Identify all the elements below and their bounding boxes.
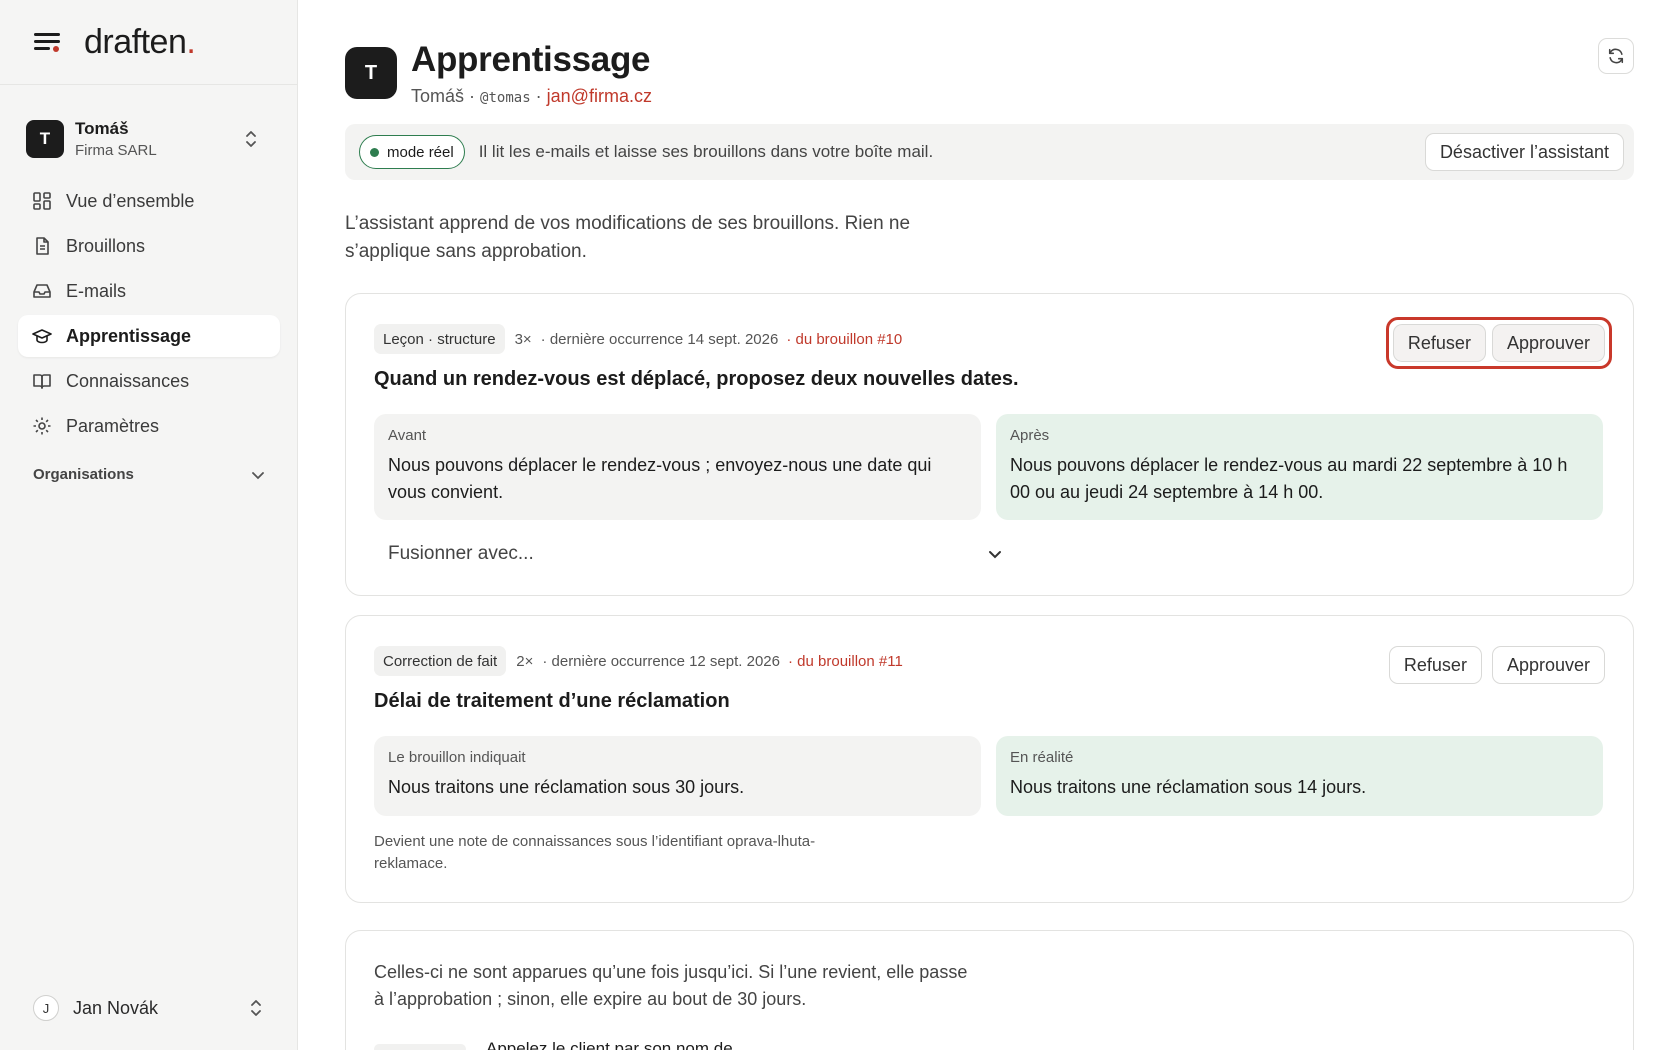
pending-lessons-card: Celles-ci ne sont apparues qu’une fois j… (345, 930, 1634, 1050)
before-label: Avant (388, 427, 427, 444)
deactivate-assistant-button[interactable]: Désactiver l’assistant (1424, 133, 1624, 171)
chevron-up-down-icon (251, 1000, 261, 1016)
lesson-actions: Refuser Approuver (1385, 317, 1612, 369)
account-switcher[interactable]: T Tomáš Firma SARL (26, 115, 274, 163)
intro-text: L’assistant apprend de vos modifications… (345, 213, 911, 262)
occurrence-count: 2× (516, 652, 534, 670)
before-label: Le brouillon indiquait (388, 749, 526, 766)
menu-icon[interactable] (34, 32, 60, 52)
lesson-card: Leçon · structure 3× · dernière occurren… (345, 293, 1634, 596)
sidebar-item-emails[interactable]: E-mails (18, 270, 280, 312)
account-avatar: T (26, 120, 64, 158)
lesson-title: Délai de traitement d’une réclamation (374, 690, 730, 712)
lesson-type-tag: Correction de fait (374, 646, 507, 676)
assistant-email-link[interactable]: jan@firma.cz (547, 86, 652, 106)
mode-badge: mode réel (359, 135, 465, 169)
refuse-button[interactable]: Refuser (1388, 646, 1482, 684)
knowledge-note: Devient une note de connaissances sous l… (374, 833, 816, 872)
account-name: Tomáš (75, 119, 129, 138)
lesson-actions: Refuser Approuver (1388, 646, 1605, 684)
sidebar: draften. T Tomáš Firma SARL Vue d’ensemb… (0, 0, 298, 1050)
merge-with-select[interactable]: Fusionner avec... (374, 534, 1014, 574)
sidebar-nav: Vue d’ensemble Brouillons E-mails Appren… (18, 180, 280, 450)
lesson-title: Quand un rendez-vous est déplacé, propos… (374, 368, 1019, 390)
sidebar-item-overview[interactable]: Vue d’ensemble (18, 180, 280, 222)
user-avatar: J (33, 995, 59, 1021)
pending-item-tag (374, 1044, 466, 1050)
after-label: Après (1010, 427, 1050, 444)
account-org: Firma SARL (75, 142, 157, 159)
user-name: Jan Novák (73, 997, 159, 1018)
chevron-down-icon (989, 551, 1001, 559)
assistant-status-bar: mode réel Il lit les e-mails et laisse s… (345, 124, 1634, 180)
source-draft-link[interactable]: · du brouillon #11 (788, 653, 903, 670)
inbox-icon (33, 284, 51, 298)
page-title: Apprentissage (411, 40, 651, 79)
occurrence-count: 3× (514, 330, 532, 348)
chevron-up-down-icon (246, 131, 256, 147)
gear-icon (33, 417, 51, 435)
assistant-avatar: T (345, 47, 397, 99)
page-subtitle: Tomáš · @tomas · jan@firma.cz (411, 86, 652, 106)
approve-button[interactable]: Approuver (1491, 646, 1605, 684)
document-icon (36, 237, 49, 255)
pending-description: Celles-ci ne sont apparues qu’une fois j… (374, 962, 968, 1009)
status-dot (370, 147, 379, 157)
lesson-meta: Leçon · structure 3× · dernière occurren… (374, 324, 902, 354)
grid-icon (33, 192, 51, 210)
after-text: Nous pouvons déplacer le rendez-vous au … (1010, 455, 1568, 502)
pending-item-text: Appelez le client par son nom de (486, 1039, 733, 1050)
app-logo[interactable]: draften. (84, 23, 196, 62)
book-icon (33, 374, 51, 389)
refresh-icon (1608, 48, 1624, 64)
sidebar-item-learning[interactable]: Apprentissage (18, 315, 280, 357)
sidebar-item-knowledge[interactable]: Connaissances (18, 360, 280, 402)
pending-item[interactable]: Appelez le client par son nom de (374, 1039, 733, 1050)
refresh-button[interactable] (1598, 38, 1634, 74)
last-occurrence: · dernière occurrence 14 sept. 2026 (540, 330, 779, 348)
after-panel: Après Nous pouvons déplacer le rendez-vo… (996, 414, 1603, 520)
approve-button[interactable]: Approuver (1491, 324, 1605, 362)
last-occurrence: · dernière occurrence 12 sept. 2026 (542, 652, 780, 670)
fact-correction-card: Correction de fait 2× · dernière occurre… (345, 615, 1634, 903)
sidebar-item-drafts[interactable]: Brouillons (18, 225, 280, 267)
chevron-down-icon (252, 471, 264, 479)
status-text: Il lit les e-mails et laisse ses brouill… (478, 142, 934, 161)
lesson-type-tag: Leçon · structure (374, 324, 505, 354)
graduation-cap-icon (32, 329, 52, 344)
page-header: T Apprentissage Tomáš · @tomas · jan@fir… (345, 40, 652, 107)
refuse-button[interactable]: Refuser (1392, 324, 1486, 362)
before-text: Nous traitons une réclamation sous 30 jo… (388, 777, 745, 797)
sidebar-item-settings[interactable]: Paramètres (18, 405, 280, 447)
user-menu[interactable]: J Jan Novák (33, 992, 265, 1024)
after-label: En réalité (1010, 749, 1074, 766)
after-panel: En réalité Nous traitons une réclamation… (996, 736, 1603, 816)
after-text: Nous traitons une réclamation sous 14 jo… (1010, 777, 1367, 797)
before-text: Nous pouvons déplacer le rendez-vous ; e… (388, 455, 932, 502)
assistant-handle: @tomas (480, 90, 531, 106)
before-panel: Le brouillon indiquait Nous traitons une… (374, 736, 981, 816)
brand-header: draften. (0, 0, 297, 85)
organisations-toggle[interactable]: Organisations (33, 466, 265, 483)
before-panel: Avant Nous pouvons déplacer le rendez-vo… (374, 414, 981, 520)
source-draft-link[interactable]: · du brouillon #10 (786, 331, 902, 348)
assistant-name: Tomáš (411, 86, 465, 106)
lesson-meta: Correction de fait 2× · dernière occurre… (374, 646, 903, 676)
